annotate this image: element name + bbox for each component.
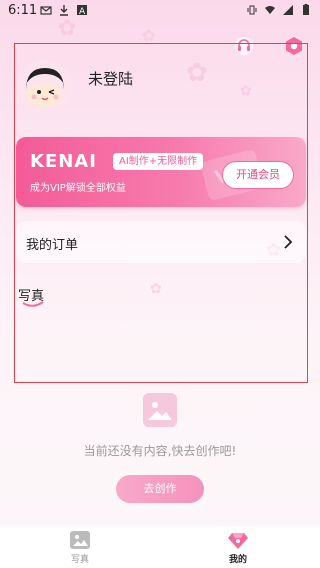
- nav-label-mine: 我的: [228, 555, 247, 565]
- vip-banner[interactable]: KENAI AI制作+无限制作 成为VIP解锁全部权益 VIP 开通会员: [16, 137, 306, 207]
- vip-subtitle: 成为VIP解锁全部权益: [30, 183, 126, 194]
- customer-service-icon[interactable]: [234, 36, 254, 56]
- vip-tag: AI制作+无限制作: [113, 153, 204, 170]
- signal-icon: [283, 5, 293, 15]
- download-icon: [60, 5, 68, 16]
- svg-text:A: A: [79, 7, 86, 16]
- chevron-right-icon: [284, 235, 293, 249]
- settings-icon[interactable]: [284, 36, 304, 56]
- image-placeholder-icon: [143, 393, 177, 427]
- flower-decoration: ✿: [186, 58, 208, 88]
- my-orders-label: 我的订单: [26, 238, 79, 253]
- status-time: 6:11: [8, 3, 38, 18]
- vibrate-icon: [247, 5, 257, 15]
- username[interactable]: 未登陆: [88, 68, 133, 89]
- battery-icon: [303, 4, 309, 15]
- status-bar: 6:11 A: [0, 0, 320, 22]
- flower-decoration: ✿: [240, 83, 252, 99]
- open-membership-button[interactable]: 开通会员: [222, 161, 294, 189]
- text-icon: A: [77, 5, 87, 16]
- empty-state-message: 当前还没有内容,快去创作吧!: [83, 444, 237, 458]
- avatar[interactable]: [18, 60, 72, 114]
- section-underline: [22, 301, 44, 307]
- diamond-icon: [228, 533, 248, 549]
- nav-label-photos: 写真: [70, 555, 89, 565]
- nav-item-mine[interactable]: 我的: [208, 530, 268, 565]
- mail-icon: [40, 6, 52, 15]
- bottom-nav: 写真 我的: [0, 526, 320, 568]
- avatar-icon: [18, 60, 72, 114]
- photo-icon: [70, 531, 90, 549]
- wifi-icon: [265, 6, 275, 14]
- go-create-button[interactable]: 去创作: [116, 475, 204, 503]
- nav-item-photos[interactable]: 写真: [50, 530, 110, 565]
- vip-logo: KENAI: [30, 151, 97, 172]
- my-orders-row[interactable]: 我的订单: [16, 221, 306, 263]
- flower-decoration: ✿: [142, 26, 156, 45]
- flower-decoration: ✿: [150, 281, 162, 297]
